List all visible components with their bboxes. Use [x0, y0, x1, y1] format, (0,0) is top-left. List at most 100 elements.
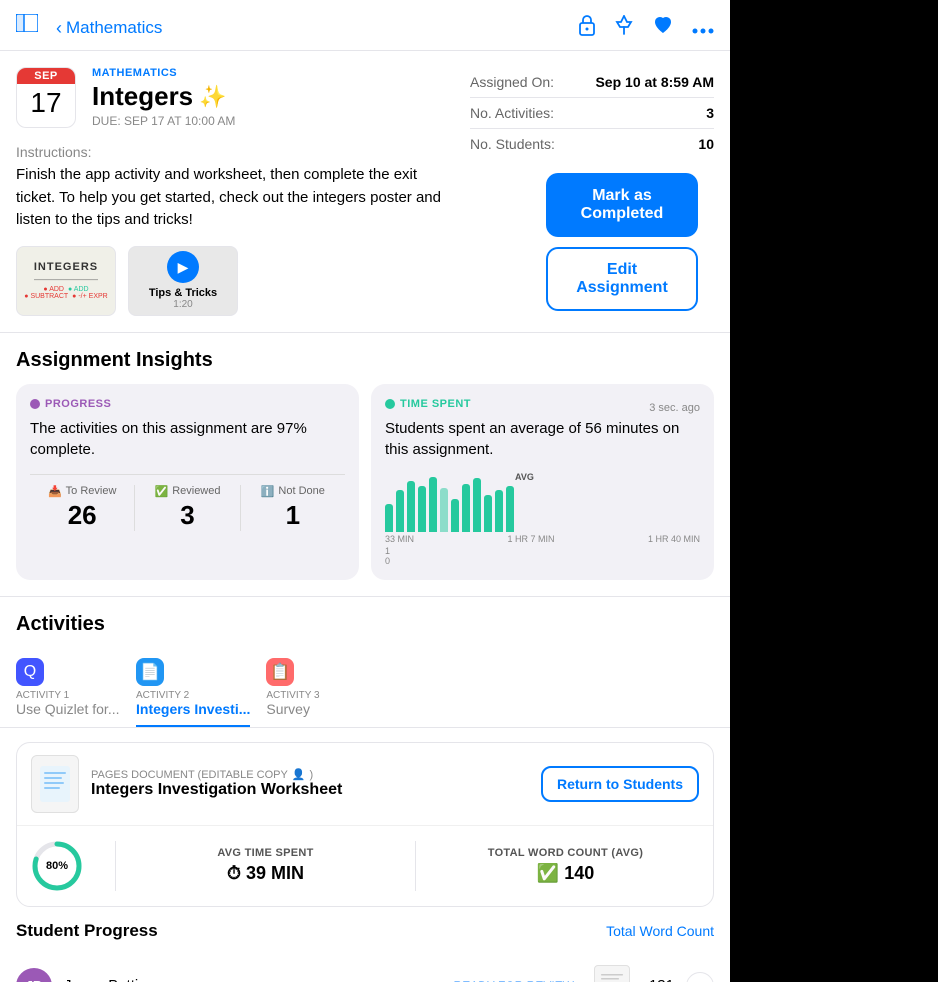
instructions-label: Instructions: — [16, 144, 446, 160]
heart-icon[interactable] — [652, 15, 674, 41]
word-count-link[interactable]: Total Word Count — [606, 923, 714, 939]
activity-tab-3[interactable]: 📋 ACTIVITY 3 Survey — [266, 648, 386, 727]
pin-icon[interactable] — [614, 14, 634, 42]
activity-1-num: ACTIVITY 1 — [16, 690, 69, 701]
avg-time-label: AVG TIME SPENT — [132, 847, 399, 859]
activity-tab-2[interactable]: 📄 ACTIVITY 2 Integers Investi... — [136, 648, 266, 727]
progress-text: The activities on this assignment are 97… — [30, 418, 345, 460]
chart-bar-8 — [473, 478, 481, 531]
metrics-row: 80% AVG TIME SPENT ⏱ 39 MIN TOTAL WORD C… — [17, 826, 713, 906]
time-text: Students spent an average of 56 minutes … — [385, 418, 700, 460]
activity-2-num: ACTIVITY 2 — [136, 690, 189, 701]
progress-circle-wrap: 80% — [31, 840, 83, 892]
progress-card: PROGRESS The activities on this assignme… — [16, 384, 359, 580]
back-label: Mathematics — [66, 18, 162, 38]
doc-type: PAGES DOCUMENT (EDITABLE COPY 👤 ) — [91, 768, 529, 781]
progress-pct-label: 80% — [46, 860, 68, 872]
avg-time-val: ⏱ 39 MIN — [132, 863, 399, 884]
not-done-stat: ℹ️ Not Done 1 — [240, 485, 345, 531]
activity-3-name: Survey — [266, 701, 310, 717]
instructions-text: Finish the app activity and worksheet, t… — [16, 164, 446, 232]
not-done-num: 1 — [241, 500, 345, 531]
time-spent-card: TIME SPENT 3 sec. ago Students spent an … — [371, 384, 714, 580]
progress-circle: 80% — [31, 840, 83, 892]
no-activities-key: No. Activities: — [470, 105, 554, 121]
bar-chart-container: AVG 33 MIN 1 HR 7 MIN 1 HR 40 MIN — [385, 472, 700, 544]
doc-header: PAGES DOCUMENT (EDITABLE COPY 👤 ) Intege… — [17, 743, 713, 826]
right-panel — [730, 0, 938, 982]
video-duration: 1:20 — [173, 299, 192, 310]
doc-name: Integers Investigation Worksheet — [91, 781, 529, 799]
info-icon: ℹ️ — [261, 485, 275, 498]
chart-bar-3 — [418, 486, 426, 532]
chart-labels: 33 MIN 1 HR 7 MIN 1 HR 40 MIN — [385, 534, 700, 544]
sidebar-icon[interactable] — [16, 14, 44, 42]
assigned-on-key: Assigned On: — [470, 74, 554, 90]
chart-bar-11 — [506, 486, 514, 532]
tips-tricks-video[interactable]: ▶ Tips & Tricks 1:20 — [128, 246, 238, 316]
doc-thumbnail — [31, 755, 79, 813]
due-label: DUE: SEP 17 AT 10:00 AM — [92, 114, 446, 128]
video-title: Tips & Tricks — [149, 287, 217, 299]
instructions-section: Instructions: Finish the app activity an… — [0, 128, 462, 232]
chart-bar-10 — [495, 490, 503, 531]
avatar-jb: JB — [16, 968, 52, 982]
cal-day: 17 — [17, 84, 75, 124]
document-card: PAGES DOCUMENT (EDITABLE COPY 👤 ) Intege… — [16, 742, 714, 907]
time-dot — [385, 399, 395, 409]
person-icon: 👤 — [292, 768, 306, 781]
assignment-header: SEP 17 MATHEMATICS Integers ✨ DUE: SEP 1… — [0, 51, 462, 128]
subject-label: MATHEMATICS — [92, 67, 446, 79]
sparkle-icon: ✨ — [199, 84, 226, 110]
chart-bar-4 — [429, 477, 437, 532]
mark-completed-button[interactable]: Mark as Completed — [546, 173, 698, 237]
header: ‹ Mathematics — [0, 0, 730, 51]
metric-divider-2 — [415, 841, 416, 891]
inbox-icon: 📥 — [48, 485, 62, 498]
ellipsis-icon[interactable] — [692, 17, 714, 40]
progress-title: Student Progress — [16, 921, 158, 941]
chart-bar-1 — [396, 490, 404, 531]
student-name-jb: Jason Bettinger — [64, 977, 422, 982]
action-buttons: Mark as Completed Edit Assignment — [546, 173, 698, 311]
no-activities-val: 3 — [706, 105, 714, 121]
activity-2-name: Integers Investi... — [136, 701, 250, 717]
header-icons — [578, 14, 714, 42]
student-row-jb: JB Jason Bettinger READY FOR REVIEW 131 … — [16, 953, 714, 982]
attachments: INTEGERS ———————— ● ADD ● ADD ● SUBTRACT… — [0, 232, 462, 316]
doc-info: PAGES DOCUMENT (EDITABLE COPY 👤 ) Intege… — [91, 768, 529, 799]
back-chevron-icon: ‹ — [56, 18, 62, 39]
quizlet-icon: Q — [16, 658, 44, 686]
no-activities-row: No. Activities: 3 — [470, 98, 714, 129]
more-btn-jb[interactable]: ··· — [686, 972, 714, 982]
no-students-row: No. Students: 10 — [470, 129, 714, 159]
total-word-val: ✅ 140 — [432, 863, 699, 884]
return-to-students-button[interactable]: Return to Students — [541, 766, 699, 802]
student-progress-section: Student Progress Total Word Count JB Jas… — [0, 921, 730, 982]
doc-mini-thumb-jb — [594, 965, 630, 982]
edit-assignment-button[interactable]: Edit Assignment — [546, 247, 698, 311]
insights-grid: PROGRESS The activities on this assignme… — [0, 384, 730, 580]
time-tag: TIME SPENT — [385, 398, 471, 410]
to-review-num: 26 — [30, 500, 134, 531]
chart-bar-6 — [451, 499, 459, 531]
no-students-key: No. Students: — [470, 136, 555, 152]
integers-poster-thumb: INTEGERS ———————— ● ADD ● ADD ● SUBTRACT… — [16, 246, 116, 316]
word-count-jb: 131 — [642, 977, 674, 982]
metric-divider-1 — [115, 841, 116, 891]
activity-tab-1[interactable]: Q ACTIVITY 1 Use Quizlet for... — [16, 648, 136, 727]
clock-icon: ⏱ — [227, 863, 241, 884]
avg-time-col: AVG TIME SPENT ⏱ 39 MIN — [132, 847, 399, 884]
lock-icon[interactable] — [578, 14, 596, 42]
back-button[interactable]: ‹ Mathematics — [56, 18, 162, 39]
time-ago: 3 sec. ago — [649, 402, 700, 414]
assignment-title: Integers ✨ — [92, 81, 446, 112]
status-badge-jb: READY FOR REVIEW — [434, 975, 582, 982]
to-review-stat: 📥 To Review 26 — [30, 485, 134, 531]
activity-3-num: ACTIVITY 3 — [266, 690, 319, 701]
chart-axis: 10 — [385, 546, 700, 566]
check-circle-icon: ✅ — [537, 863, 559, 884]
pages-icon: 📄 — [136, 658, 164, 686]
chart-bar-2 — [407, 481, 415, 531]
reviewed-num: 3 — [135, 500, 239, 531]
